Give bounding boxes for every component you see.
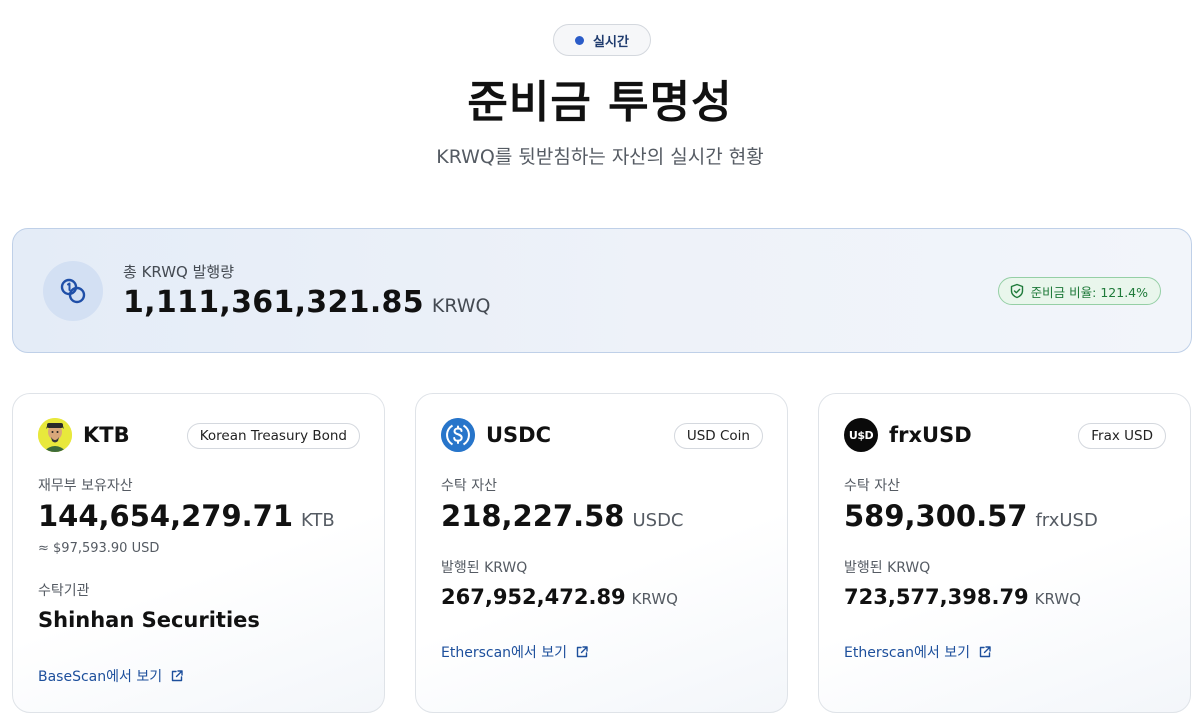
live-status-label: 실시간 xyxy=(593,34,629,50)
custodian-name: Shinhan Securities xyxy=(38,608,260,632)
link-label: BaseScan에서 보기 xyxy=(38,669,163,685)
frxusd-logo-text: U$D xyxy=(848,428,874,442)
holdings-unit: KTB xyxy=(301,510,335,531)
holdings-label: 재무부 보유자산 xyxy=(38,478,133,494)
issued-amount: 723,577,398.79 xyxy=(844,585,1029,609)
asset-symbol: USDC xyxy=(486,423,552,447)
asset-card-frxusd: U$D frxUSD Frax USD 수탁 자산 589,300.57 frx… xyxy=(818,393,1191,713)
holdings-amount: 589,300.57 xyxy=(844,499,1028,533)
live-status-badge: 실시간 xyxy=(553,24,651,56)
holdings-value: 218,227.58 USDC xyxy=(441,499,684,533)
reserve-transparency-page: 실시간 준비금 투명성 KRWQ를 뒷받침하는 자산의 실시간 현황 총 KRW… xyxy=(0,0,1200,722)
link-label: Etherscan에서 보기 xyxy=(441,645,567,661)
etherscan-link[interactable]: Etherscan에서 보기 xyxy=(844,642,992,662)
asset-symbol: frxUSD xyxy=(889,423,972,447)
issued-value: 267,952,472.89 KRWQ xyxy=(441,585,678,609)
total-supply-card: 총 KRWQ 발행량 1,111,361,321.85 KRWQ 준비금 비율:… xyxy=(12,228,1192,353)
holdings-value: 144,654,279.71 KTB xyxy=(38,499,335,533)
frxusd-logo-icon: U$D xyxy=(844,418,878,452)
approx-usd-value: ≈ $97,593.90 USD xyxy=(38,541,160,556)
reserve-ratio-badge: 준비금 비율: 121.4% xyxy=(997,277,1161,305)
link-label: Etherscan에서 보기 xyxy=(844,645,970,661)
holdings-amount: 144,654,279.71 xyxy=(38,499,294,533)
issued-label: 발행된 KRWQ xyxy=(844,560,931,576)
live-dot-icon xyxy=(575,35,585,45)
issued-unit: KRWQ xyxy=(1034,590,1081,608)
holdings-amount: 218,227.58 xyxy=(441,499,625,533)
basescan-link[interactable]: BaseScan에서 보기 xyxy=(38,666,184,686)
holdings-label: 수탁 자산 xyxy=(441,478,497,494)
issued-unit: KRWQ xyxy=(631,590,678,608)
external-link-icon xyxy=(576,646,588,658)
total-supply-label: 총 KRWQ 발행량 xyxy=(123,263,235,281)
asset-name-tag: USD Coin xyxy=(673,423,763,449)
holdings-unit: USDC xyxy=(632,510,684,531)
asset-card-ktb: KTB Korean Treasury Bond 재무부 보유자산 144,65… xyxy=(12,393,385,713)
external-link-icon xyxy=(979,646,991,658)
total-supply-amount: 1,111,361,321.85 xyxy=(123,285,424,320)
asset-name-tag: Korean Treasury Bond xyxy=(186,423,360,449)
asset-symbol: KTB xyxy=(83,423,130,447)
total-supply-unit: KRWQ xyxy=(431,295,491,317)
asset-name-tag: Frax USD xyxy=(1078,423,1166,449)
holdings-label: 수탁 자산 xyxy=(844,478,900,494)
reserve-ratio-label: 준비금 비율: 121.4% xyxy=(1030,284,1148,300)
issued-amount: 267,952,472.89 xyxy=(441,585,626,609)
total-supply-value: 1,111,361,321.85 KRWQ xyxy=(123,285,491,320)
coins-icon xyxy=(43,261,103,321)
asset-card-usdc: USDC USD Coin 수탁 자산 218,227.58 USDC 발행된 … xyxy=(415,393,788,713)
issued-value: 723,577,398.79 KRWQ xyxy=(844,585,1081,609)
page-subtitle: KRWQ를 뒷받침하는 자산의 실시간 현황 xyxy=(436,146,764,168)
ktb-logo-icon xyxy=(38,418,72,452)
issued-label: 발행된 KRWQ xyxy=(441,560,528,576)
holdings-unit: frxUSD xyxy=(1035,510,1098,531)
holdings-value: 589,300.57 frxUSD xyxy=(844,499,1098,533)
usdc-logo-icon xyxy=(441,418,475,452)
etherscan-link[interactable]: Etherscan에서 보기 xyxy=(441,642,589,662)
custodian-label: 수탁기관 xyxy=(38,583,90,599)
page-title: 준비금 투명성 xyxy=(467,77,733,128)
external-link-icon xyxy=(171,670,183,682)
shield-check-icon xyxy=(1010,283,1023,299)
